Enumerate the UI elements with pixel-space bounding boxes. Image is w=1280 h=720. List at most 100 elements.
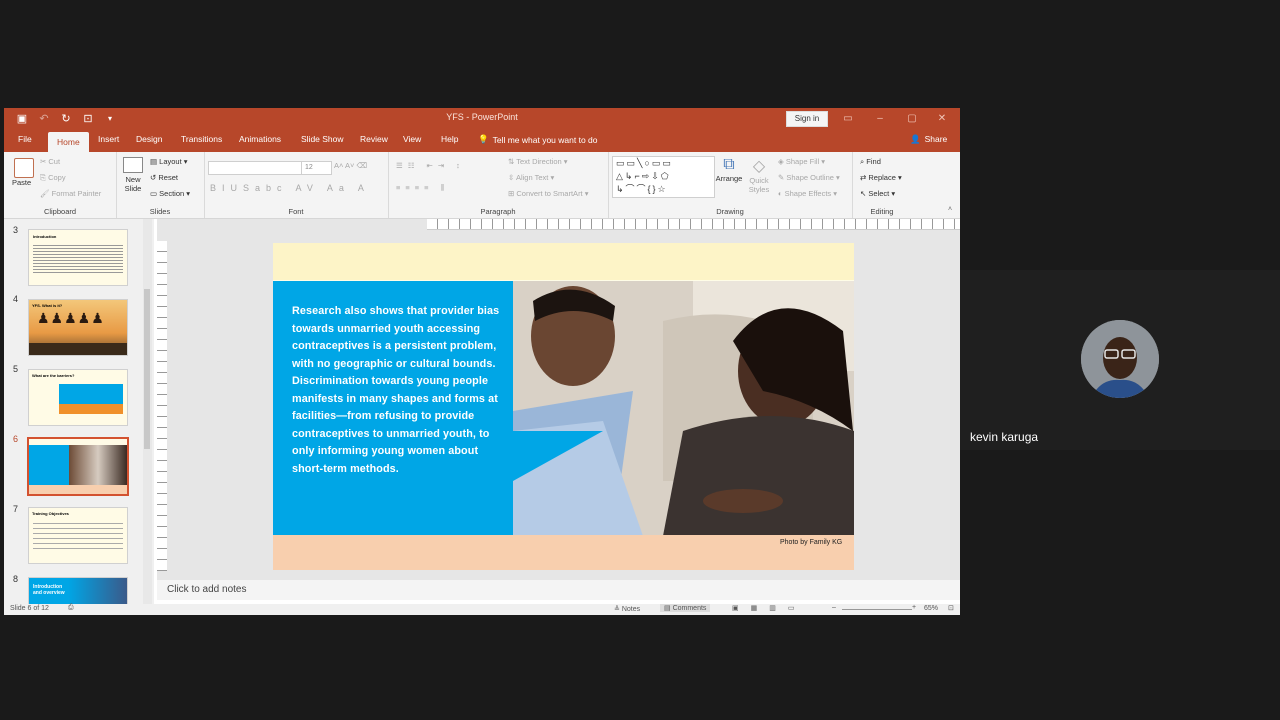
thumb-photo bbox=[69, 445, 127, 485]
tab-design[interactable]: Design bbox=[136, 134, 162, 144]
paste-button[interactable]: Paste bbox=[12, 158, 34, 187]
thumb-title: What are the barriers? bbox=[32, 373, 75, 378]
new-slide-button[interactable]: New Slide bbox=[122, 157, 144, 193]
tab-slide-show[interactable]: Slide Show bbox=[301, 134, 344, 144]
font-name-box[interactable] bbox=[208, 161, 303, 175]
tab-help[interactable]: Help bbox=[441, 134, 458, 144]
sign-in-button[interactable]: Sign in bbox=[786, 111, 828, 127]
comments-button[interactable]: ▤ Comments bbox=[660, 604, 711, 612]
reset-button[interactable]: ↺ Reset bbox=[150, 173, 178, 182]
scrollbar-thumb[interactable] bbox=[144, 289, 150, 449]
slide-photo[interactable] bbox=[513, 281, 854, 536]
zoom-slider[interactable] bbox=[842, 609, 912, 610]
shape-outline-button[interactable]: ✎ Shape Outline ▾ bbox=[778, 173, 840, 182]
font-size-box[interactable]: 12 bbox=[301, 161, 332, 175]
convert-smartart-button[interactable]: ⊞ Convert to SmartArt ▾ bbox=[508, 189, 589, 198]
horizontal-ruler bbox=[427, 219, 960, 230]
thumb-peach-band bbox=[29, 485, 127, 494]
tab-transitions[interactable]: Transitions bbox=[181, 134, 222, 144]
participant-photo bbox=[1081, 320, 1159, 398]
zoom-level[interactable]: 65% bbox=[924, 605, 938, 612]
arrange-button[interactable]: ⧉ Arrange bbox=[714, 156, 744, 183]
notes-button[interactable]: ≜ Notes bbox=[614, 605, 640, 613]
section-label: Section bbox=[159, 189, 185, 198]
shape-effects-button[interactable]: ◐ Shape Effects ▾ bbox=[778, 189, 837, 198]
grow-font-icon[interactable]: A˄ A˅ ⌫ bbox=[334, 161, 367, 170]
clipboard-icon bbox=[14, 158, 34, 178]
slide-thumbnail-6[interactable] bbox=[27, 437, 129, 496]
quick-styles-button[interactable]: ◇ Quick Styles bbox=[746, 156, 772, 194]
find-button[interactable]: ⌕ Find bbox=[860, 157, 881, 167]
shapes-gallery[interactable]: ▭▭╲○▭▭ △↳⌐⇨⇩⬠ ↳⌒⌒{}☆ bbox=[612, 156, 715, 198]
current-slide[interactable]: Research also shows that provider bias t… bbox=[273, 243, 854, 570]
slide-top-band bbox=[273, 243, 854, 280]
accessibility-icon[interactable]: ⎙ bbox=[68, 604, 74, 612]
format-painter-button[interactable]: 🖌 Format Painter bbox=[40, 189, 101, 198]
collapse-ribbon-icon[interactable]: ˄ bbox=[948, 206, 952, 213]
format-painter-label: Format Painter bbox=[51, 189, 102, 198]
align-buttons[interactable]: ≡≡≡≡ ⫼ bbox=[396, 183, 449, 193]
section-button[interactable]: ▭ Section ▾ bbox=[150, 189, 190, 198]
thumb-title: Training Objectives bbox=[32, 511, 69, 516]
tab-file[interactable]: File bbox=[18, 134, 32, 144]
cut-label: Cut bbox=[48, 157, 61, 166]
thumb-number: 4 bbox=[13, 294, 19, 304]
cut-button[interactable]: ✂ Cut bbox=[40, 157, 60, 166]
notes-pane[interactable]: Click to add notes bbox=[157, 580, 960, 600]
slide-thumbnail-pane: 3 Introduction 4 YFS. What is it? ♟♟♟♟♟ … bbox=[4, 219, 154, 615]
layout-button[interactable]: ▤ Layout ▾ bbox=[150, 157, 188, 166]
font-format-buttons[interactable]: BIUSabc AV Aa A bbox=[210, 183, 370, 193]
replace-button[interactable]: ⇄ Replace ▾ bbox=[860, 173, 902, 182]
tell-me-box[interactable]: 💡 Tell me what you want to do bbox=[478, 134, 597, 145]
list-buttons[interactable]: ☰☷ ⇤⇥ ↕ bbox=[396, 161, 465, 170]
ribbon: Paste ✂ Cut ⎘ Copy 🖌 Format Painter Clip… bbox=[4, 152, 960, 219]
thumbnail-scrollbar[interactable] bbox=[143, 219, 152, 604]
tab-view[interactable]: View bbox=[403, 134, 421, 144]
vertical-ruler bbox=[157, 241, 167, 571]
tab-review[interactable]: Review bbox=[360, 134, 388, 144]
reset-label: Reset bbox=[158, 173, 178, 182]
select-button[interactable]: ↖ Select ▾ bbox=[860, 189, 895, 198]
ribbon-display-icon[interactable]: ▭ bbox=[832, 110, 864, 128]
tab-animations[interactable]: Animations bbox=[239, 134, 281, 144]
slide-thumbnail-5[interactable]: What are the barriers? bbox=[28, 369, 128, 426]
notes-label: Notes bbox=[621, 606, 641, 613]
text-direction-button[interactable]: ⇅ Text Direction ▾ bbox=[508, 157, 568, 166]
status-bar: Slide 6 of 12 ⎙ ≜ Notes ▤ Comments ▣▦▥▭ … bbox=[4, 604, 960, 615]
thumb-number: 8 bbox=[13, 574, 19, 584]
slide-thumbnail-7[interactable]: Training Objectives bbox=[28, 507, 128, 564]
group-editing: ⌕ Find ⇄ Replace ▾ ↖ Select ▾ Editing ˄ bbox=[852, 152, 960, 218]
slide-thumbnail-4[interactable]: YFS. What is it? ♟♟♟♟♟ bbox=[28, 299, 128, 356]
tab-home[interactable]: Home bbox=[48, 132, 89, 152]
ruler-ticks bbox=[157, 241, 167, 571]
person-icon: 👤 bbox=[910, 134, 921, 144]
thumb-text-lines bbox=[33, 243, 123, 273]
fit-to-window-icon[interactable]: ⊡ bbox=[948, 604, 954, 612]
slide-body-text[interactable]: Research also shows that provider bias t… bbox=[292, 303, 507, 478]
thumb-orange-block bbox=[59, 404, 123, 414]
share-button[interactable]: 👤 Share bbox=[910, 134, 947, 145]
window-controls: ▭ – ▢ ✕ bbox=[832, 110, 956, 128]
thumb-title: Introduction bbox=[33, 234, 57, 239]
shape-fill-button[interactable]: ◈ Shape Fill ▾ bbox=[778, 157, 825, 166]
thumb-number: 5 bbox=[13, 364, 19, 374]
notes-placeholder[interactable]: Click to add notes bbox=[167, 584, 247, 595]
maximize-icon[interactable]: ▢ bbox=[896, 110, 928, 128]
arrange-label: Arrange bbox=[715, 174, 743, 183]
arrange-icon: ⧉ bbox=[723, 156, 735, 173]
zoom-out-icon[interactable]: – bbox=[832, 604, 836, 611]
thumb-silhouettes: ♟♟♟♟♟ bbox=[37, 310, 105, 326]
tab-insert[interactable]: Insert bbox=[98, 134, 119, 144]
select-label: Select bbox=[868, 189, 890, 198]
align-text-label: Align Text bbox=[515, 173, 549, 182]
slide-thumbnail-3[interactable]: Introduction bbox=[28, 229, 128, 286]
view-buttons[interactable]: ▣▦▥▭ bbox=[732, 604, 806, 612]
title-bar: ▣ ↶ ↻ ⊡ ▾ YFS - PowerPoint Sign in ▭ – ▢… bbox=[4, 108, 960, 130]
minimize-icon[interactable]: – bbox=[864, 110, 896, 128]
close-icon[interactable]: ✕ bbox=[928, 110, 956, 128]
zoom-in-icon[interactable]: + bbox=[912, 604, 916, 611]
thumb-caption-bar bbox=[29, 343, 127, 355]
copy-button[interactable]: ⎘ Copy bbox=[40, 173, 66, 183]
align-text-button[interactable]: ⇳ Align Text ▾ bbox=[508, 173, 554, 182]
group-clipboard: Paste ✂ Cut ⎘ Copy 🖌 Format Painter Clip… bbox=[4, 152, 117, 218]
